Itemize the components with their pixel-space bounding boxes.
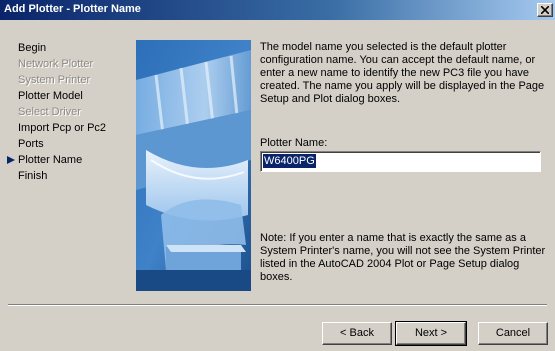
plotter-illustration-icon [136,40,251,291]
title-bar[interactable]: Add Plotter - Plotter Name [0,0,555,20]
wizard-steps: Begin Network Plotter System Printer Plo… [7,40,130,184]
close-button[interactable] [537,3,553,17]
step-system-printer: System Printer [18,74,91,86]
plotter-name-input[interactable]: W6400PG [260,151,541,172]
plotter-name-label: Plotter Name: [260,137,328,149]
plotter-illustration [136,40,251,291]
step-finish: Finish [18,170,48,182]
close-icon [541,6,549,14]
back-button[interactable]: < Back [322,322,392,345]
step-select-driver: Select Driver [18,106,81,118]
step-plotter-model: Plotter Model [18,90,83,102]
separator [8,304,547,306]
next-button[interactable]: Next > [395,321,467,346]
step-begin: Begin [18,42,47,54]
step-ports: Ports [18,138,44,150]
plotter-name-value: W6400PG [263,154,316,168]
window-title: Add Plotter - Plotter Name [4,3,141,15]
current-step-arrow-icon [7,156,15,164]
add-plotter-dialog: Add Plotter - Plotter Name Begin Network… [0,0,555,351]
step-import-pcp: Import Pcp or Pc2 [18,122,107,134]
note-text: Note: If you enter a name that is exactl… [260,232,546,283]
description-text: The model name you selected is the defau… [260,41,545,105]
step-network-plotter: Network Plotter [18,58,94,70]
step-plotter-name: Plotter Name [7,152,130,168]
cancel-button[interactable]: Cancel [478,322,548,345]
